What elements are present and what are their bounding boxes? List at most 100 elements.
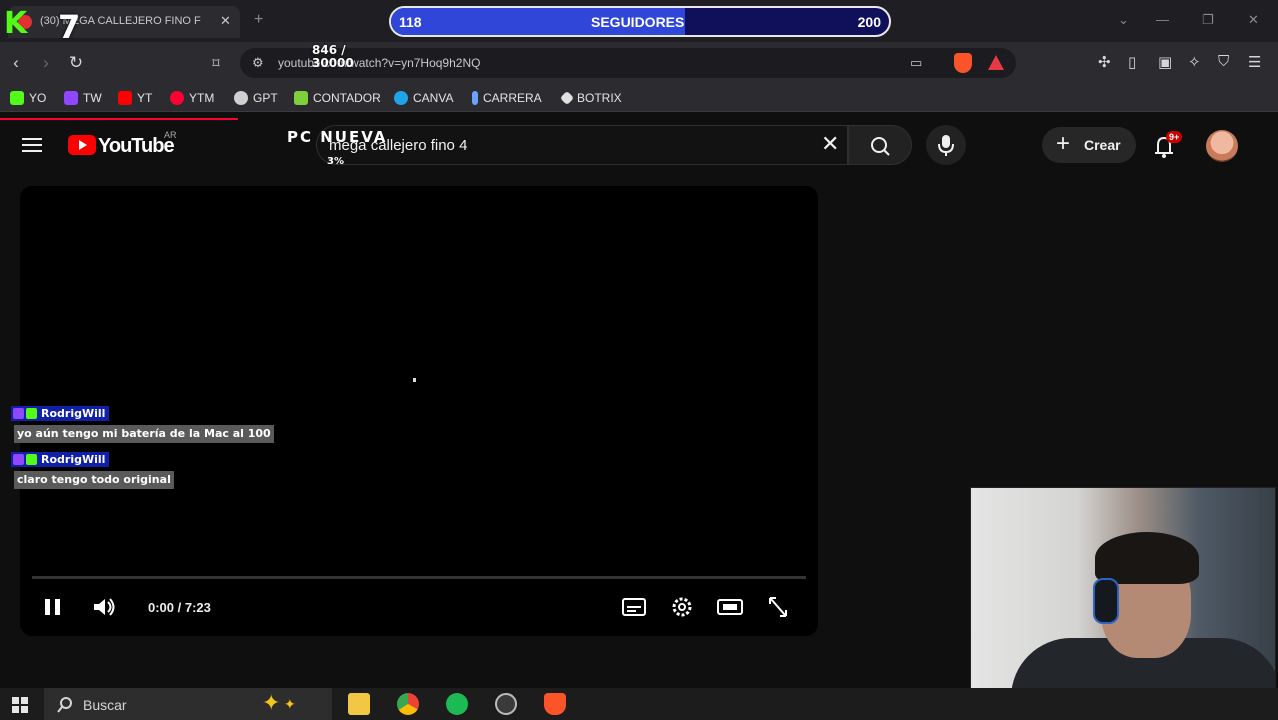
- browser-tab-strip: (30) MEGA CALLEJERO FINO F ✕ + 118 SEGUI…: [0, 0, 1278, 42]
- subtitles-button[interactable]: [616, 592, 652, 622]
- youtube-icon: [118, 91, 132, 105]
- region-code: AR: [164, 130, 177, 140]
- spotify-icon[interactable]: [446, 693, 468, 715]
- chat-username: RodrigWill: [11, 452, 110, 467]
- vpn-icon[interactable]: ⛉: [1218, 53, 1229, 70]
- leo-ai-icon[interactable]: ✧: [1188, 53, 1201, 71]
- pause-button[interactable]: [36, 592, 72, 622]
- create-label: Crear: [1084, 137, 1121, 153]
- chat-message: yo aún tengo mi batería de la Mac al 100: [14, 425, 274, 443]
- kick-logo-letter: K: [4, 6, 28, 41]
- kick-logo-overlay: K 7: [4, 6, 80, 46]
- site-info-icon[interactable]: ⚙: [252, 55, 264, 71]
- search-button[interactable]: [848, 125, 912, 165]
- subscriber-badge-icon: [13, 454, 24, 465]
- followers-goal-bar: 118 SEGUIDORES 200: [389, 6, 891, 37]
- brave-shield-icon[interactable]: [954, 53, 972, 73]
- bookmark-ytm[interactable]: YTM: [170, 90, 214, 106]
- bookmark-yo[interactable]: YO: [10, 90, 46, 106]
- notifications-badge: 9+: [1166, 131, 1183, 143]
- search-icon: [871, 137, 890, 156]
- taskbar-search-label: Buscar: [83, 697, 127, 713]
- account-avatar[interactable]: [1206, 130, 1238, 162]
- microphone-icon: [938, 135, 954, 156]
- volume-button[interactable]: [86, 592, 122, 622]
- guide-menu-icon[interactable]: [22, 137, 42, 153]
- stream-stats-overlay: 846 / 30000: [312, 44, 354, 70]
- goal-target: 200: [857, 14, 881, 30]
- canva-icon: [394, 91, 408, 105]
- file-explorer-icon[interactable]: [348, 693, 370, 715]
- brave-browser-icon[interactable]: [544, 693, 566, 715]
- pc-percent-overlay: 3%: [327, 156, 344, 167]
- bookmark-gpt[interactable]: GPT: [234, 90, 278, 106]
- wallet-icon[interactable]: ▣: [1158, 53, 1172, 71]
- clear-search-icon[interactable]: ✕: [821, 133, 839, 155]
- pc-nueva-overlay: PC NUEVA: [287, 128, 388, 146]
- twitch-icon: [64, 91, 78, 105]
- counter-icon: [294, 91, 308, 105]
- youtube-music-icon: [170, 91, 184, 105]
- fullscreen-button[interactable]: [760, 592, 796, 622]
- theater-mode-button[interactable]: [712, 592, 748, 622]
- bookmark-yt[interactable]: YT: [118, 90, 152, 106]
- video-time: 0:00 / 7:23: [148, 600, 211, 615]
- bookmark-botrix[interactable]: BOTRIX: [559, 90, 622, 106]
- tab-list-chevron-icon[interactable]: ⌄: [1118, 12, 1129, 28]
- kick-badge-icon: [26, 454, 37, 465]
- kick-icon: [10, 91, 24, 105]
- new-tab-button[interactable]: +: [254, 12, 263, 28]
- maximize-button[interactable]: ❐: [1202, 12, 1214, 28]
- bookmarks-bar: YO TW YT YTM GPT CONTADOR CANVA CARRERA …: [0, 84, 1278, 112]
- bookmark-tw[interactable]: TW: [64, 90, 102, 106]
- voice-search-button[interactable]: [926, 125, 966, 165]
- chat-username: RodrigWill: [11, 406, 110, 421]
- bookmark-carrera[interactable]: CARRERA: [472, 90, 542, 106]
- forward-icon[interactable]: ›: [34, 51, 58, 75]
- bookmark-contador[interactable]: CONTADOR: [294, 90, 381, 106]
- tab-close-icon[interactable]: ✕: [220, 13, 231, 29]
- menu-icon[interactable]: ☰: [1248, 53, 1261, 71]
- stats-line-2: 30000: [312, 56, 354, 70]
- bookmark-icon[interactable]: ⌑: [204, 51, 228, 75]
- youtube-play-icon: [68, 135, 96, 155]
- logo-number: 7: [58, 8, 81, 46]
- obs-icon[interactable]: [495, 693, 517, 715]
- subscriber-badge-icon: [13, 408, 24, 419]
- settings-button[interactable]: [664, 592, 700, 622]
- plus-icon: +: [1056, 130, 1071, 157]
- copilot-sparkle-icon: ✦: [262, 690, 281, 715]
- goal-current: 118: [399, 14, 422, 30]
- taskbar-search[interactable]: Buscar ✦ ✦: [44, 688, 332, 720]
- brave-rewards-icon[interactable]: [988, 55, 1004, 70]
- cast-icon[interactable]: ▭: [910, 55, 922, 71]
- botrix-icon: [559, 90, 575, 106]
- sidebar-icon[interactable]: ▯: [1128, 53, 1136, 71]
- browser-toolbar: ‹ › ↻ ⌑ ⚙ youtube.com/watch?v=yn7Hoq9h2N…: [0, 42, 1278, 84]
- url-text[interactable]: youtube.com/watch?v=yn7Hoq9h2NQ: [278, 56, 480, 70]
- windows-start-icon[interactable]: [12, 697, 28, 713]
- back-icon[interactable]: ‹: [4, 51, 28, 75]
- address-bar[interactable]: ⚙ youtube.com/watch?v=yn7Hoq9h2NQ ▭: [240, 48, 1016, 78]
- search-icon: [57, 697, 72, 713]
- carrera-icon: [472, 91, 478, 105]
- kick-badge-icon: [26, 408, 37, 419]
- chrome-icon[interactable]: [397, 693, 419, 715]
- webcam-person-hair: [1095, 532, 1199, 584]
- goal-label: SEGUIDORES: [591, 14, 685, 30]
- video-progress-bar[interactable]: [32, 576, 806, 579]
- chat-message: claro tengo todo original: [14, 471, 174, 489]
- sparkle-icon: ✦: [284, 696, 296, 712]
- chatgpt-icon: [234, 91, 248, 105]
- youtube-wordmark: YouTube: [98, 135, 175, 157]
- create-button[interactable]: + Crear: [1042, 127, 1136, 163]
- bookmark-canva[interactable]: CANVA: [394, 90, 453, 106]
- reload-icon[interactable]: ↻: [64, 51, 88, 75]
- search-input[interactable]: mega callejero fino 4 ✕: [316, 125, 848, 165]
- close-window-button[interactable]: ✕: [1248, 12, 1259, 28]
- loading-spinner-icon: [413, 378, 416, 382]
- webcam-feed: [970, 487, 1276, 720]
- video-player[interactable]: 0:00 / 7:23: [20, 186, 818, 636]
- extensions-icon[interactable]: ✣: [1098, 53, 1111, 71]
- minimize-button[interactable]: —: [1156, 12, 1169, 27]
